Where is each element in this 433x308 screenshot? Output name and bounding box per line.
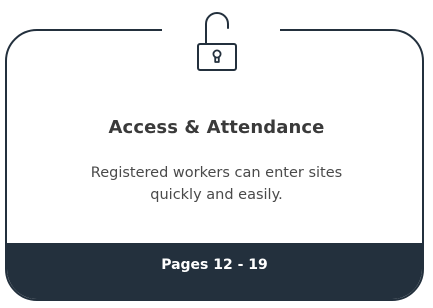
padlock-icon	[197, 12, 237, 71]
card-title: Access & Attendance	[108, 117, 325, 138]
card-description: Registered workers can enter sites quick…	[90, 165, 343, 203]
feature-card-stage: Pages 12 - 19 Access & Attendance Regist…	[0, 0, 433, 308]
card-footer: Pages 12 - 19	[7, 243, 422, 299]
pages-label: Pages 12 - 19	[161, 257, 268, 273]
